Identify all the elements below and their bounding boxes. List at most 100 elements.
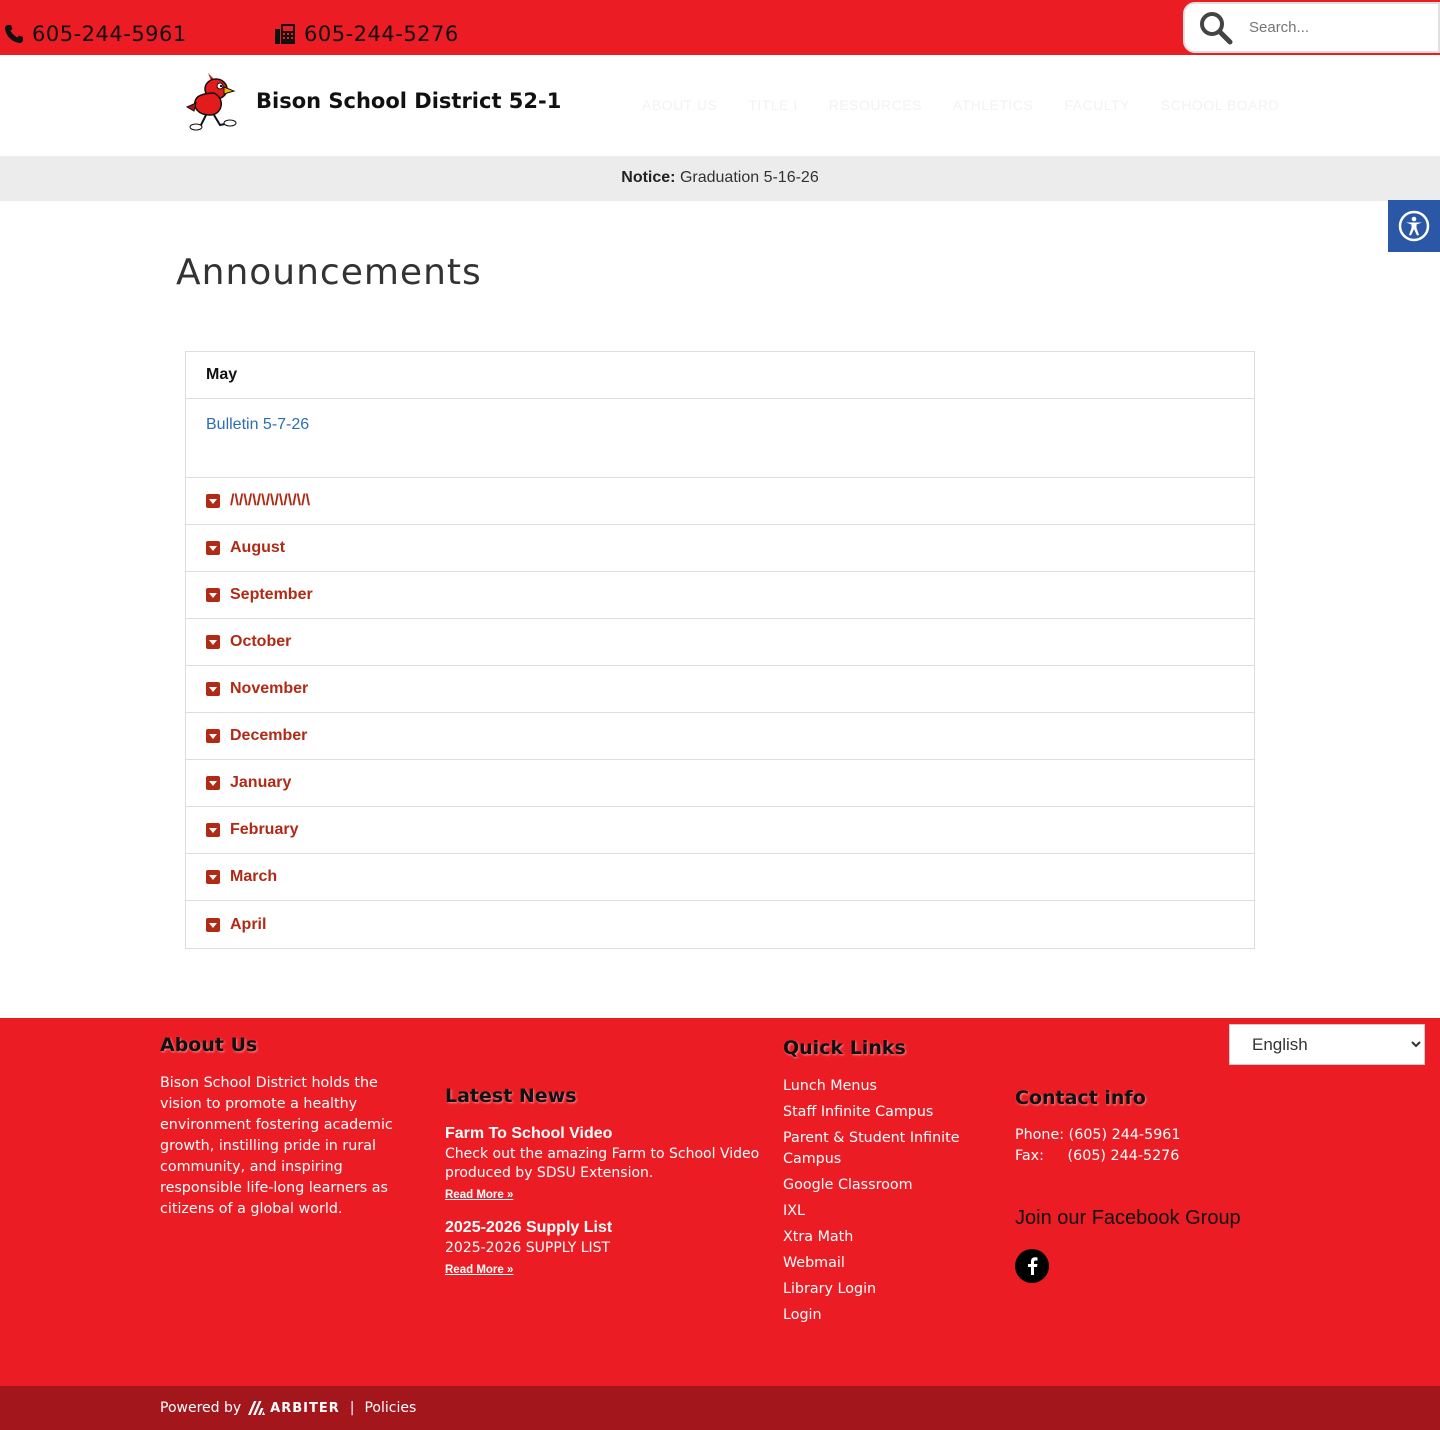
contact-fax: Fax: (605) 244-5276 [1015, 1148, 1179, 1164]
news-title[interactable]: Farm To School Video [445, 1125, 775, 1143]
accordion-item-label: February [230, 821, 299, 838]
phone-contact[interactable]: 605-244-5961 [4, 22, 187, 46]
contact-info-heading: Contact info [1015, 1087, 1146, 1109]
facebook-icon[interactable] [1015, 1249, 1049, 1283]
fax-contact[interactable]: 605-244-5276 [274, 22, 459, 46]
phone-icon [5, 25, 23, 43]
facebook-group-title: Join our Facebook Group [1015, 1207, 1241, 1229]
quick-link[interactable]: Staff Infinite Campus [783, 1102, 983, 1123]
arbiter-brand[interactable]: ARBITER [248, 1401, 340, 1416]
bottom-bar: Powered by ARBITER | Policies [0, 1386, 1440, 1430]
search-input[interactable] [1249, 19, 1419, 36]
quick-link[interactable]: Xtra Math [783, 1227, 983, 1248]
quick-link[interactable]: Library Login [783, 1279, 983, 1300]
accordion-item-label: October [230, 633, 292, 650]
caret-down-icon [206, 635, 220, 649]
accordion-heading-may[interactable]: May [186, 352, 1254, 399]
fax-number: 605-244-5276 [304, 22, 459, 46]
contact-fax-value: (605) 244-5276 [1067, 1148, 1180, 1164]
accordion-item-label: April [230, 915, 267, 933]
accordion-item[interactable]: February [186, 807, 1254, 854]
main-nav: ABOUT US TITLE I RESOURCES ATHLETICS FAC… [642, 97, 1279, 113]
quick-link[interactable]: IXL [783, 1201, 983, 1222]
arbiter-brand-name: ARBITER [270, 1400, 340, 1416]
notice-label: Notice: [621, 169, 676, 186]
accordion-item[interactable]: March [186, 854, 1254, 901]
accordion-item-label: November [230, 680, 309, 697]
notice-bar: Notice: Graduation 5-16-26 [0, 156, 1440, 201]
news-desc: 2025-2026 SUPPLY LIST [445, 1240, 611, 1256]
site-footer: About Us Bison School District holds the… [0, 1018, 1440, 1386]
accordion-item[interactable]: April [186, 901, 1254, 948]
accessibility-icon [1398, 210, 1430, 242]
site-header: Bison School District 52-1 ABOUT US TITL… [0, 55, 1440, 156]
caret-down-icon [206, 776, 220, 790]
accordion-item-label: December [230, 727, 308, 744]
search-box [1183, 2, 1440, 53]
accordion-item-label: September [230, 586, 313, 603]
accordion-item-label: March [230, 868, 278, 885]
accordion-item-label: /\/\/\/\/\/\/\/\/\ [230, 492, 311, 509]
news-item: 2025-2026 Supply List 2025-2026 SUPPLY L… [445, 1219, 775, 1278]
latest-news-heading: Latest News [445, 1085, 577, 1107]
quick-link[interactable]: Parent & Student Infinite Campus [783, 1128, 983, 1170]
caret-down-icon [206, 729, 220, 743]
page-title: Announcements [176, 252, 482, 293]
top-bar: 605-244-5961 605-244-5276 [0, 0, 1440, 55]
nav-about-us[interactable]: ABOUT US [642, 97, 717, 113]
bulletin-link[interactable]: Bulletin 5-7-26 [206, 416, 309, 433]
news-title[interactable]: 2025-2026 Supply List [445, 1219, 775, 1237]
accordion-item[interactable]: January [186, 760, 1254, 807]
caret-down-icon [206, 870, 220, 884]
powered-by-text: Powered by [160, 1400, 242, 1416]
news-desc: Check out the amazing Farm to School Vid… [445, 1146, 760, 1181]
accessibility-button[interactable] [1388, 200, 1440, 252]
about-heading: About Us [160, 1034, 258, 1056]
cardinal-logo[interactable] [185, 71, 242, 138]
nav-faculty[interactable]: FACULTY [1064, 97, 1129, 113]
quick-link[interactable]: Lunch Menus [783, 1076, 983, 1097]
accordion-item[interactable]: August [186, 525, 1254, 572]
caret-down-icon [206, 494, 220, 508]
caret-down-icon [206, 823, 220, 837]
nav-resources[interactable]: RESOURCES [829, 97, 922, 113]
language-select[interactable]: English [1229, 1024, 1425, 1065]
caret-down-icon [206, 682, 220, 696]
contact-phone: Phone: (605) 244-5961 [1015, 1127, 1180, 1143]
notice-text[interactable]: Graduation 5-16-26 [680, 169, 819, 186]
nav-school-board[interactable]: SCHOOL BOARD [1161, 97, 1279, 113]
fax-icon [275, 24, 295, 44]
caret-down-icon [206, 917, 220, 932]
phone-number: 605-244-5961 [32, 22, 187, 46]
accordion-item[interactable]: December [186, 713, 1254, 760]
separator: | [349, 1400, 355, 1416]
accordion-item[interactable]: October [186, 619, 1254, 666]
arbiter-logo-icon [248, 1401, 266, 1415]
contact-phone-value[interactable]: (605) 244-5961 [1069, 1127, 1181, 1143]
search-icon[interactable] [1199, 11, 1233, 45]
news-item: Farm To School Video Check out the amazi… [445, 1125, 775, 1203]
policies-link[interactable]: Policies [364, 1400, 416, 1416]
quick-links-heading: Quick Links [783, 1037, 906, 1059]
caret-down-icon [206, 541, 220, 555]
accordion-item[interactable]: /\/\/\/\/\/\/\/\/\ [186, 478, 1254, 525]
read-more-link[interactable]: Read More » [445, 1264, 513, 1276]
nav-athletics[interactable]: ATHLETICS [953, 97, 1033, 113]
accordion-item-label: January [230, 774, 292, 791]
site-title[interactable]: Bison School District 52-1 [256, 89, 561, 113]
quick-link[interactable]: Webmail [783, 1253, 983, 1274]
accordion-body-may: Bulletin 5-7-26 [186, 399, 1254, 478]
accordion-item[interactable]: November [186, 666, 1254, 713]
accordion-item-label: August [230, 539, 286, 556]
quick-links-list: Lunch Menus Staff Infinite Campus Parent… [783, 1076, 983, 1331]
announcements-accordion: May Bulletin 5-7-26 /\/\/\/\/\/\/\/\/\ A… [185, 351, 1255, 949]
caret-down-icon [206, 588, 220, 602]
about-text: Bison School District holds the vision t… [160, 1075, 393, 1217]
quick-link[interactable]: Google Classroom [783, 1175, 983, 1196]
contact-fax-label: Fax: [1015, 1148, 1044, 1164]
quick-link[interactable]: Login [783, 1305, 983, 1326]
nav-title-i[interactable]: TITLE I [748, 97, 797, 113]
read-more-link[interactable]: Read More » [445, 1189, 513, 1201]
accordion-item[interactable]: September [186, 572, 1254, 619]
contact-phone-label: Phone: [1015, 1127, 1065, 1143]
